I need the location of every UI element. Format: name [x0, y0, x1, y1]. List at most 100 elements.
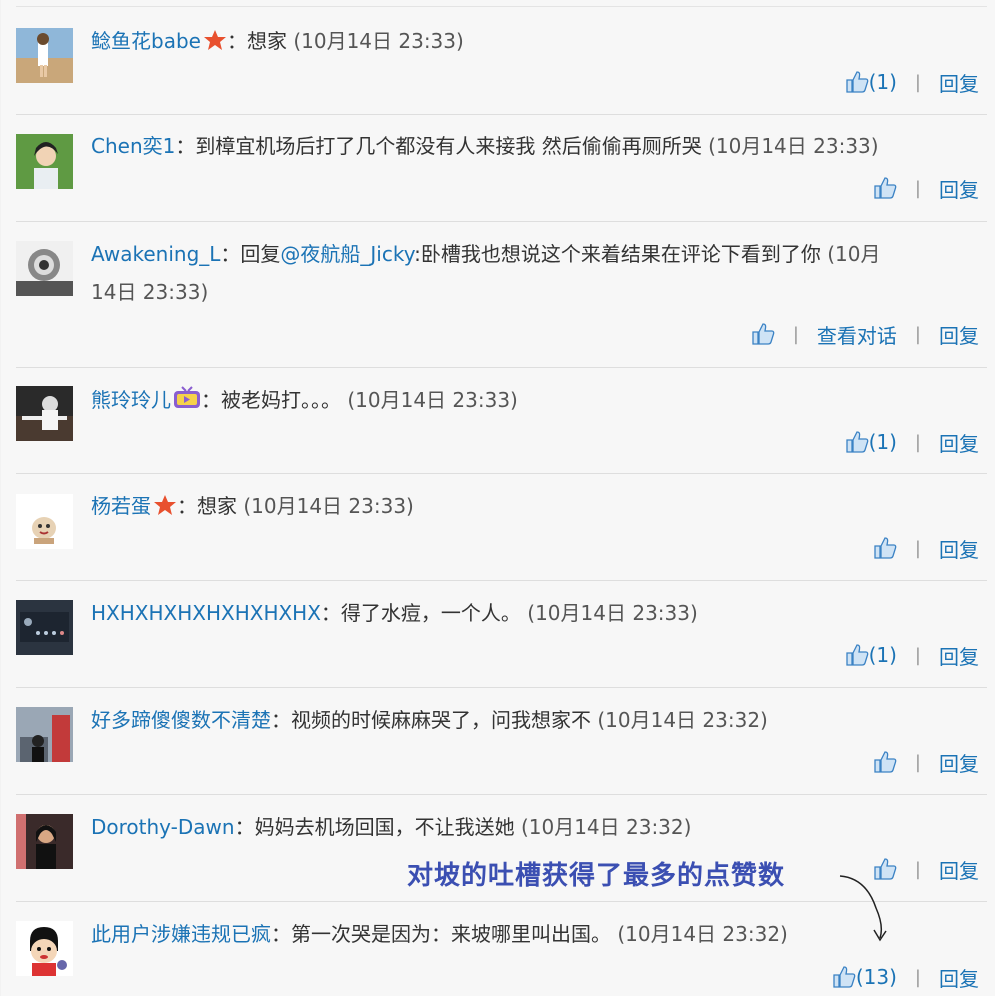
like-count: (1)	[868, 430, 897, 454]
separator: |	[914, 644, 921, 666]
comment-item: HXHXHXHXHXHXHXHX：得了水痘，一个人。 (10月14日 23:33…	[16, 580, 987, 688]
comment-body: 得了水痘，一个人。	[340, 601, 521, 625]
like-button[interactable]	[873, 750, 897, 774]
thumbs-up-icon	[751, 322, 775, 346]
comment-item: 鲶鱼花babe ：想家 (10月14日 23:33) (1) | 回复	[16, 8, 987, 115]
avatar[interactable]	[16, 241, 73, 296]
thumbs-up-icon	[845, 643, 869, 667]
reply-link[interactable]: 回复	[939, 641, 979, 670]
timestamp: (10月14日 23:33)	[293, 29, 464, 53]
avatar[interactable]	[16, 494, 73, 549]
avatar[interactable]	[16, 600, 73, 655]
separator: |	[914, 431, 921, 453]
username-link[interactable]: Dorothy-Dawn	[91, 815, 235, 839]
comment-actions: | 查看对话 | 回复	[751, 319, 979, 349]
avatar[interactable]	[16, 921, 73, 976]
reply-link[interactable]: 回复	[939, 174, 979, 203]
comment-item: 熊玲玲儿 ：被老妈打。。。 (10月14日 23:33) (1) | 回复	[16, 367, 987, 474]
star-badge-icon	[203, 25, 227, 63]
separator-colon: ：	[177, 494, 197, 518]
comment-body: 视频的时候麻麻哭了，问我想家不	[291, 708, 591, 732]
thumbs-up-icon	[873, 750, 897, 774]
timestamp: (10月14日 23:33)	[708, 134, 879, 158]
reply-link[interactable]: 回复	[939, 963, 979, 992]
tv-badge-icon	[173, 384, 201, 422]
thumbs-up-icon	[832, 965, 856, 989]
comment-text: Chen奕1：到樟宜机场后打了几个都没有人来接我 然后偷偷再厕所哭 (10月14…	[91, 127, 969, 165]
thumbs-up-icon	[845, 430, 869, 454]
star-badge-icon	[153, 490, 177, 528]
username-link[interactable]: 杨若蛋	[91, 494, 151, 518]
comment-item: Awakening_L：回复@夜航船_Jicky:卧槽我也想说这个来着结果在评论…	[16, 221, 987, 368]
comment-actions: | 回复	[873, 533, 979, 563]
reply-link[interactable]: 回复	[939, 855, 979, 884]
separator-colon: ：	[201, 388, 221, 412]
like-button[interactable]: (1)	[845, 430, 897, 454]
frame-edge	[0, 0, 1, 996]
reply-link[interactable]: 回复	[939, 428, 979, 457]
username-link[interactable]: 鲶鱼花babe	[91, 29, 201, 53]
comment-body: :卧槽我也想说这个来着结果在评论下看到了你	[414, 242, 821, 266]
separator-colon: ：	[271, 708, 291, 732]
comment-body: 想家	[197, 494, 237, 518]
like-count: (1)	[868, 70, 897, 94]
username-link[interactable]: Awakening_L	[91, 242, 220, 266]
comment-text: 好多蹄傻傻数不清楚：视频的时候麻麻哭了，问我想家不 (10月14日 23:32)	[91, 701, 969, 739]
like-count: (13)	[855, 965, 897, 989]
comment-text: 熊玲玲儿 ：被老妈打。。。 (10月14日 23:33)	[91, 381, 969, 422]
comment-actions: | 回复	[873, 747, 979, 777]
avatar[interactable]	[16, 707, 73, 762]
separator-colon: ：	[226, 29, 247, 53]
username-link[interactable]: 好多蹄傻傻数不清楚	[91, 708, 271, 732]
timestamp: (10月14日 23:33)	[347, 388, 518, 412]
separator: |	[914, 177, 921, 199]
like-button[interactable]: (13)	[832, 965, 897, 989]
comment-body: 想家	[246, 29, 287, 53]
username-link[interactable]: Chen奕1	[91, 134, 175, 158]
separator-colon: ：	[175, 134, 196, 158]
comment-text: Awakening_L：回复@夜航船_Jicky:卧槽我也想说这个来着结果在评论…	[91, 235, 969, 311]
avatar[interactable]	[16, 386, 73, 441]
avatar[interactable]	[16, 814, 73, 869]
username-link[interactable]: HXHXHXHXHXHXHXHX	[91, 601, 321, 625]
mention-link[interactable]: @夜航船_Jicky	[280, 242, 414, 266]
separator: |	[914, 966, 921, 988]
reply-link[interactable]: 回复	[939, 68, 979, 97]
timestamp: (10月14日 23:32)	[597, 708, 768, 732]
reply-link[interactable]: 回复	[939, 534, 979, 563]
username-link[interactable]: 熊玲玲儿	[91, 388, 171, 412]
separator: |	[914, 323, 921, 345]
reply-link[interactable]: 回复	[939, 320, 979, 349]
reply-link[interactable]: 回复	[939, 748, 979, 777]
comment-actions: (1) | 回复	[845, 427, 979, 457]
thumbs-up-icon	[873, 536, 897, 560]
reply-prefix: 回复	[240, 242, 281, 266]
comment-body: 被老妈打。。。	[221, 388, 341, 412]
timestamp-continued: 14日 23:33)	[91, 280, 209, 304]
like-count: (1)	[868, 643, 897, 667]
annotation-caption: 对坡的吐槽获得了最多的点赞数	[407, 861, 786, 891]
username-link[interactable]: 此用户涉嫌违规已疯	[91, 922, 271, 946]
comment-body: 第一次哭是因为：来坡哪里叫出国。	[291, 922, 611, 946]
timestamp: (10月	[827, 242, 881, 266]
like-button[interactable]: (1)	[845, 70, 897, 94]
comment-actions: (13) | 回复	[832, 962, 979, 992]
like-button[interactable]	[873, 536, 897, 560]
like-button[interactable]: (1)	[845, 643, 897, 667]
comment-text: 鲶鱼花babe ：想家 (10月14日 23:33)	[91, 22, 969, 63]
like-button[interactable]	[873, 176, 897, 200]
avatar[interactable]	[16, 134, 73, 189]
timestamp: (10月14日 23:33)	[527, 601, 698, 625]
separator-colon: ：	[271, 922, 291, 946]
separator-colon: ：	[234, 815, 255, 839]
view-conversation-link[interactable]: 查看对话	[817, 320, 897, 349]
avatar[interactable]	[16, 28, 73, 83]
annotation-arrow-icon	[836, 868, 896, 952]
comment-text: Dorothy-Dawn：妈妈去机场回国，不让我送她 (10月14日 23:32…	[91, 808, 969, 846]
like-button[interactable]	[751, 322, 775, 346]
comment-actions: (1) | 回复	[845, 67, 979, 97]
timestamp: (10月14日 23:32)	[520, 815, 692, 839]
comment-body: 妈妈去机场回国，不让我送她	[254, 815, 515, 839]
comment-item: 好多蹄傻傻数不清楚：视频的时候麻麻哭了，问我想家不 (10月14日 23:32)…	[16, 687, 987, 795]
comment-actions: (1) | 回复	[845, 640, 979, 670]
